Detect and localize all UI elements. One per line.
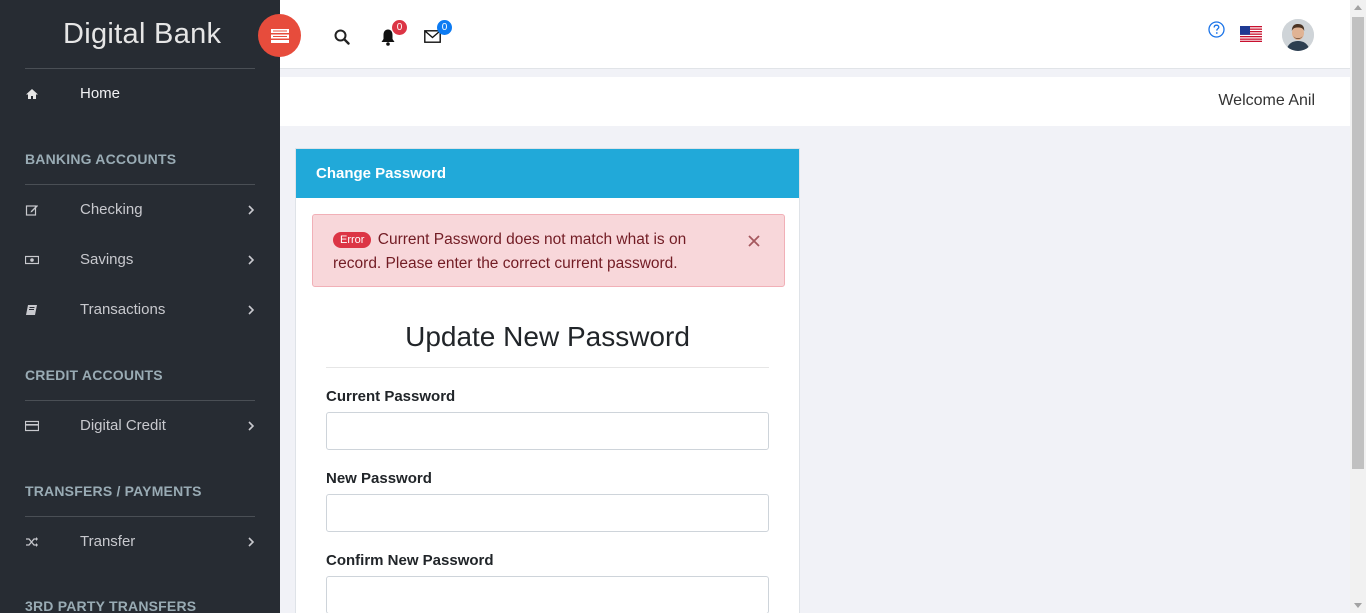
current-password-input[interactable] [326, 412, 769, 450]
error-alert: Error Current Password does not match wh… [312, 214, 785, 287]
user-avatar[interactable] [1282, 19, 1314, 51]
scroll-up-arrow[interactable] [1354, 5, 1362, 10]
divider [25, 400, 255, 401]
divider [25, 68, 255, 69]
divider [326, 367, 769, 368]
brand-bold-text: Bank [154, 18, 222, 50]
welcome-bar: Welcome Anil [280, 77, 1350, 126]
close-icon[interactable] [746, 233, 762, 249]
change-password-card: Change Password Error Current Password d… [295, 148, 800, 613]
sidebar-item-checking[interactable]: Checking [0, 195, 280, 225]
money-icon [25, 255, 39, 265]
edit-icon [25, 205, 38, 216]
divider [25, 516, 255, 517]
search-icon[interactable] [334, 29, 350, 45]
us-flag-icon[interactable] [1240, 26, 1262, 42]
sidebar-item-label: Savings [80, 251, 134, 268]
new-password-input[interactable] [326, 494, 769, 532]
scroll-down-arrow[interactable] [1354, 603, 1362, 608]
sidebar-item-label: Home [80, 85, 121, 102]
menu-toggle-button[interactable] [258, 14, 301, 57]
notifications-button[interactable]: 0 [380, 20, 407, 46]
notification-count-badge: 0 [392, 20, 407, 35]
section-title-credit: CREDIT ACCOUNTS [25, 367, 163, 383]
section-title-transfers: TRANSFERS / PAYMENTS [25, 483, 202, 499]
divider [25, 184, 255, 185]
confirm-password-input[interactable] [326, 576, 769, 613]
shuffle-icon [26, 537, 38, 547]
sidebar-item-label: Digital Credit [80, 417, 166, 434]
error-message: Current Password does not match what is … [333, 231, 687, 272]
new-password-label: New Password [326, 470, 432, 487]
error-badge: Error [333, 232, 372, 248]
messages-button[interactable]: 0 [424, 20, 452, 46]
current-password-label: Current Password [326, 388, 456, 405]
section-title-third-party: 3RD PARTY TRANSFERS [25, 598, 197, 613]
chevron-right-icon [248, 255, 255, 265]
avatar-icon [1282, 19, 1314, 51]
confirm-password-label: Confirm New Password [326, 552, 494, 569]
form-title: Update New Password [405, 321, 690, 352]
page-scrollbar[interactable] [1350, 0, 1366, 613]
sidebar-item-home[interactable]: Home [0, 79, 280, 109]
sidebar-item-label: Checking [80, 201, 143, 218]
book-icon [26, 305, 37, 315]
chevron-right-icon [248, 305, 255, 315]
scroll-thumb[interactable] [1352, 17, 1364, 469]
sidebar-item-label: Transactions [80, 301, 166, 318]
menu-icon [270, 28, 289, 43]
chevron-right-icon [248, 205, 255, 215]
home-icon [26, 89, 38, 99]
chevron-right-icon [248, 421, 255, 431]
sidebar-item-digital-credit[interactable]: Digital Credit [0, 411, 280, 441]
sidebar-item-transactions[interactable]: Transactions [0, 295, 280, 325]
message-count-badge: 0 [437, 20, 452, 35]
sidebar-item-savings[interactable]: Savings [0, 245, 280, 275]
brand-light-text: Digital [63, 18, 146, 50]
brand: Digital Bank [0, 0, 280, 69]
chevron-right-icon [248, 537, 255, 547]
card-header: Change Password [296, 149, 799, 198]
sidebar: Digital Bank Home BANKING ACCOUNTS Check… [0, 0, 280, 613]
credit-card-icon [25, 420, 39, 432]
section-title-banking: BANKING ACCOUNTS [25, 151, 177, 167]
sidebar-item-label: Transfer [80, 533, 136, 550]
welcome-text: Welcome Anil [1218, 92, 1315, 109]
top-header: 0 0 [258, 0, 1350, 69]
sidebar-item-transfer[interactable]: Transfer [0, 527, 280, 557]
help-icon[interactable] [1208, 21, 1225, 38]
brand-logo[interactable]: Digital Bank [63, 18, 221, 51]
